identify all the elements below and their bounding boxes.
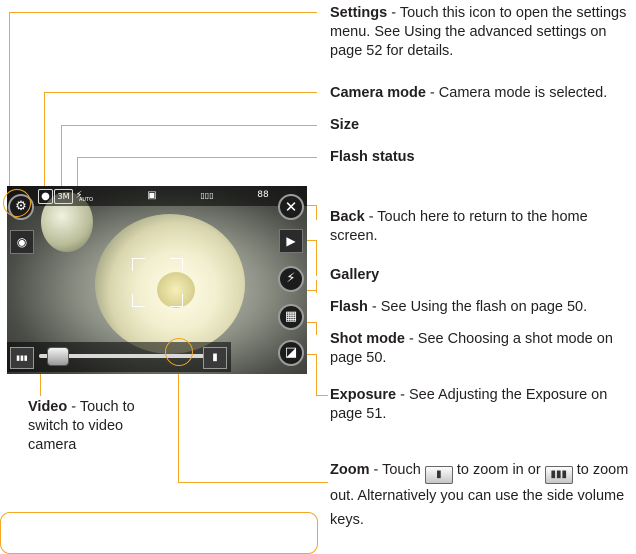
shots-remaining: 88 (257, 190, 269, 200)
size-icon[interactable]: 3M (54, 189, 73, 204)
battery-icon: ▯▯▯ (200, 191, 214, 200)
video-title: Video (28, 399, 68, 415)
camera-mode-title: Camera mode (330, 85, 426, 101)
zoom-desc-a: - Touch (369, 462, 425, 478)
zoom-in-button[interactable]: ▮ (203, 347, 227, 369)
back-desc: - Touch here to return to the home scree… (330, 209, 588, 244)
scene-icon: ▣ (147, 190, 157, 201)
zoom-title: Zoom (330, 462, 370, 478)
back-title: Back (330, 209, 365, 225)
flash-status-auto-label: AUTO (79, 197, 94, 203)
flash-desc: - See Using the flash on page 50. (367, 299, 588, 315)
size-note: Size (330, 116, 359, 135)
video-mode-icon[interactable]: ◉ (10, 230, 34, 254)
camera-mode-icon[interactable]: ● (38, 189, 53, 204)
gallery-note: Gallery (330, 266, 379, 285)
shot-mode-note: Shot mode - See Choosing a shot mode on … (330, 330, 620, 368)
exposure-note: Exposure - See Adjusting the Exposure on… (330, 386, 630, 424)
settings-note: Settings - Touch this icon to open the s… (330, 4, 630, 61)
zoom-out-button[interactable]: ▮▮▮ (10, 347, 34, 369)
flash-icon[interactable]: ⚡ (278, 266, 304, 292)
flash-note: Flash - See Using the flash on page 50. (330, 298, 630, 317)
video-note: Video - Touch to switch to video camera (28, 398, 163, 455)
camera-mode-desc: - Camera mode is selected. (425, 85, 608, 101)
zoom-note: Zoom - Touch ▮ to zoom in or ▮▮▮ to zoom… (330, 458, 630, 532)
exposure-title: Exposure (330, 387, 397, 403)
back-icon[interactable]: ✕ (278, 194, 304, 220)
camera-viewfinder: ● 3M ⚡ AUTO ▣ ▯▯▯ 88 ⚙ ◉ ✕ ▶ ⚡ ▦ ◪ ▮▮▮ ▮ (7, 186, 307, 374)
settings-title: Settings (330, 5, 388, 21)
camera-mode-note: Camera mode - Camera mode is selected. (330, 84, 635, 103)
flash-status-note: Flash status (330, 148, 415, 167)
shot-mode-title: Shot mode (330, 331, 405, 347)
focus-corner (170, 294, 183, 307)
flash-status-title: Flash status (330, 149, 415, 165)
focus-corner (132, 258, 145, 271)
settings-highlight (3, 189, 31, 217)
zoom-in-inline-icon: ▮ (424, 466, 453, 484)
size-title: Size (330, 117, 360, 133)
zoom-slider-handle[interactable] (46, 347, 69, 366)
gallery-icon[interactable]: ▶ (279, 229, 303, 253)
flash-title: Flash (330, 299, 368, 315)
zoom-out-inline-icon: ▮▮▮ (544, 466, 573, 484)
bottom-box-edge (0, 512, 318, 554)
gallery-title: Gallery (330, 267, 380, 283)
focus-corner (132, 294, 145, 307)
shot-mode-icon[interactable]: ▦ (278, 304, 304, 330)
back-note: Back - Touch here to return to the home … (330, 208, 630, 246)
exposure-icon[interactable]: ◪ (278, 340, 304, 366)
zoom-desc-b: to zoom in or (452, 462, 545, 478)
zoom-highlight (165, 338, 193, 366)
focus-corner (170, 258, 183, 271)
